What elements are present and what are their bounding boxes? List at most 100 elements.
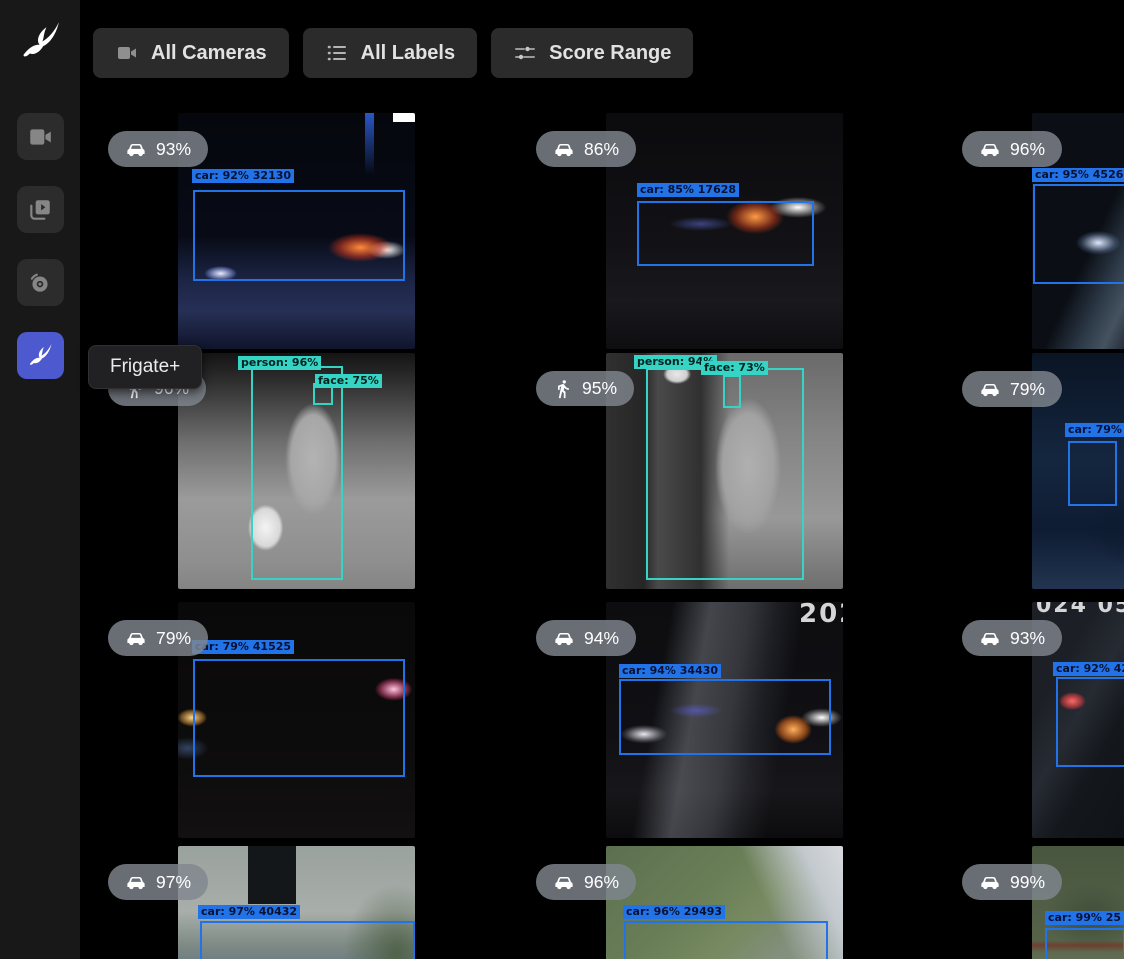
cameras-filter-label: All Cameras (151, 42, 267, 65)
detection-bbox (619, 679, 831, 755)
detection-bbox (200, 921, 415, 959)
tooltip-label: Frigate+ (110, 356, 180, 377)
detection-card[interactable]: car: 94% 3443020294% (606, 602, 843, 838)
detection-bbox (1033, 184, 1124, 284)
sidebar (0, 0, 80, 959)
detection-label: person: 96% (238, 356, 321, 370)
video-camera-icon (115, 41, 139, 65)
sidebar-item-frigate-plus[interactable] (17, 332, 64, 379)
score-badge: 96% (962, 131, 1062, 167)
score-value: 79% (156, 628, 191, 649)
detection-label: car: 99% 25 (1045, 911, 1124, 925)
detection-bbox (193, 190, 405, 281)
detection-thumbnail[interactable]: person: 96% face: 75% (178, 353, 415, 589)
person-icon (553, 379, 573, 399)
labels-filter-label: All Labels (361, 42, 455, 65)
detection-bbox (637, 201, 814, 266)
detection-bbox (193, 659, 405, 777)
filter-toolbar: All Cameras All Labels Score Range (93, 28, 693, 78)
car-icon (979, 627, 1001, 649)
detection-thumbnail[interactable]: car: 94% 34430202 (606, 602, 843, 838)
list-icon (325, 41, 349, 65)
detection-bbox (723, 375, 741, 408)
detection-label: car: 94% 34430 (619, 664, 721, 678)
detection-label: car: 95% 45260 (1032, 168, 1124, 182)
detection-card[interactable]: person: 94%face: 73%95% (606, 353, 843, 589)
detection-card[interactable]: car: 92% 3213093% (178, 113, 415, 349)
detection-label: face: 73% (701, 361, 768, 375)
detection-bbox (1045, 928, 1124, 959)
detection-bbox (1056, 677, 1124, 767)
cameras-filter-button[interactable]: All Cameras (93, 28, 289, 78)
frigate-bird-icon (26, 342, 54, 370)
detection-label: car: 79% (1065, 423, 1124, 437)
detection-card[interactable]: car: 95% 4526096% (1032, 113, 1124, 349)
sliders-icon (513, 41, 537, 65)
score-value: 79% (1010, 379, 1045, 400)
car-icon (553, 138, 575, 160)
detection-bbox (1068, 441, 1117, 506)
score-value: 96% (584, 872, 619, 893)
frigate-bird-icon (17, 19, 63, 65)
score-badge: 93% (108, 131, 208, 167)
sidebar-item-review[interactable] (17, 186, 64, 233)
detection-thumbnail[interactable]: car: 99% 25 (1032, 846, 1124, 959)
car-icon (125, 627, 147, 649)
detection-card[interactable]: car: 85% 1762886% (606, 113, 843, 349)
detection-card[interactable]: car: 97% 4043297% (178, 846, 415, 959)
car-icon (553, 627, 575, 649)
frigate-logo (16, 18, 64, 66)
detection-thumbnail[interactable]: car: 85% 17628 (606, 113, 843, 349)
score-badge: 96% (536, 864, 636, 900)
detection-card[interactable]: car: 99% 2599% (1032, 846, 1124, 959)
score-badge: 99% (962, 864, 1062, 900)
score-badge: 95% (536, 371, 634, 406)
score-value: 97% (156, 872, 191, 893)
score-value: 93% (156, 139, 191, 160)
video-camera-icon (27, 124, 53, 150)
score-badge: 79% (108, 620, 208, 656)
detection-card[interactable]: car: 79% 4152579% (178, 602, 415, 838)
score-value: 94% (584, 628, 619, 649)
score-range-filter-label: Score Range (549, 42, 671, 65)
detection-label: car: 85% 17628 (637, 183, 739, 197)
frigate-plus-tooltip: Frigate+ (88, 345, 202, 389)
score-badge: 97% (108, 864, 208, 900)
detection-card[interactable]: car: 79%79% (1032, 353, 1124, 589)
score-value: 99% (1010, 872, 1045, 893)
score-badge: 86% (536, 131, 636, 167)
detection-bbox (624, 921, 828, 959)
score-badge: 79% (962, 371, 1062, 407)
car-icon (553, 871, 575, 893)
review-icon (27, 197, 53, 223)
detection-card[interactable]: car: 96% 2949396% (606, 846, 843, 959)
sidebar-item-explore[interactable] (17, 259, 64, 306)
camera-timestamp-fragment: 024 05 0 (1036, 602, 1124, 618)
detection-card[interactable]: car: 92% 4216024 05 093% (1032, 602, 1124, 838)
labels-filter-button[interactable]: All Labels (303, 28, 477, 78)
score-range-filter-button[interactable]: Score Range (491, 28, 693, 78)
detection-label: car: 96% 29493 (623, 905, 725, 919)
score-value: 95% (582, 378, 617, 399)
score-value: 86% (584, 139, 619, 160)
detection-thumbnail[interactable]: person: 94%face: 73% (606, 353, 843, 589)
detection-label: face: 75% (315, 374, 382, 388)
score-badge: 94% (536, 620, 636, 656)
detection-label: car: 92% 4216 (1053, 662, 1124, 676)
detection-thumbnail[interactable]: car: 97% 40432 (178, 846, 415, 959)
detection-label: car: 97% 40432 (198, 905, 300, 919)
detection-label: car: 92% 32130 (192, 169, 294, 183)
detection-thumbnail[interactable]: car: 79% 41525 (178, 602, 415, 838)
score-badge: 93% (962, 620, 1062, 656)
sidebar-item-live[interactable] (17, 113, 64, 160)
car-icon (979, 871, 1001, 893)
detection-thumbnail[interactable]: car: 92% 32130 (178, 113, 415, 349)
detection-card[interactable]: person: 96%face: 75%96% (178, 353, 415, 589)
car-icon (125, 138, 147, 160)
frigate-app: All Cameras All Labels Score Range car: (0, 0, 1124, 959)
detection-thumbnail[interactable]: car: 96% 29493 (606, 846, 843, 959)
score-value: 93% (1010, 628, 1045, 649)
car-icon (979, 138, 1001, 160)
explore-icon (27, 270, 53, 296)
score-value: 96% (1010, 139, 1045, 160)
